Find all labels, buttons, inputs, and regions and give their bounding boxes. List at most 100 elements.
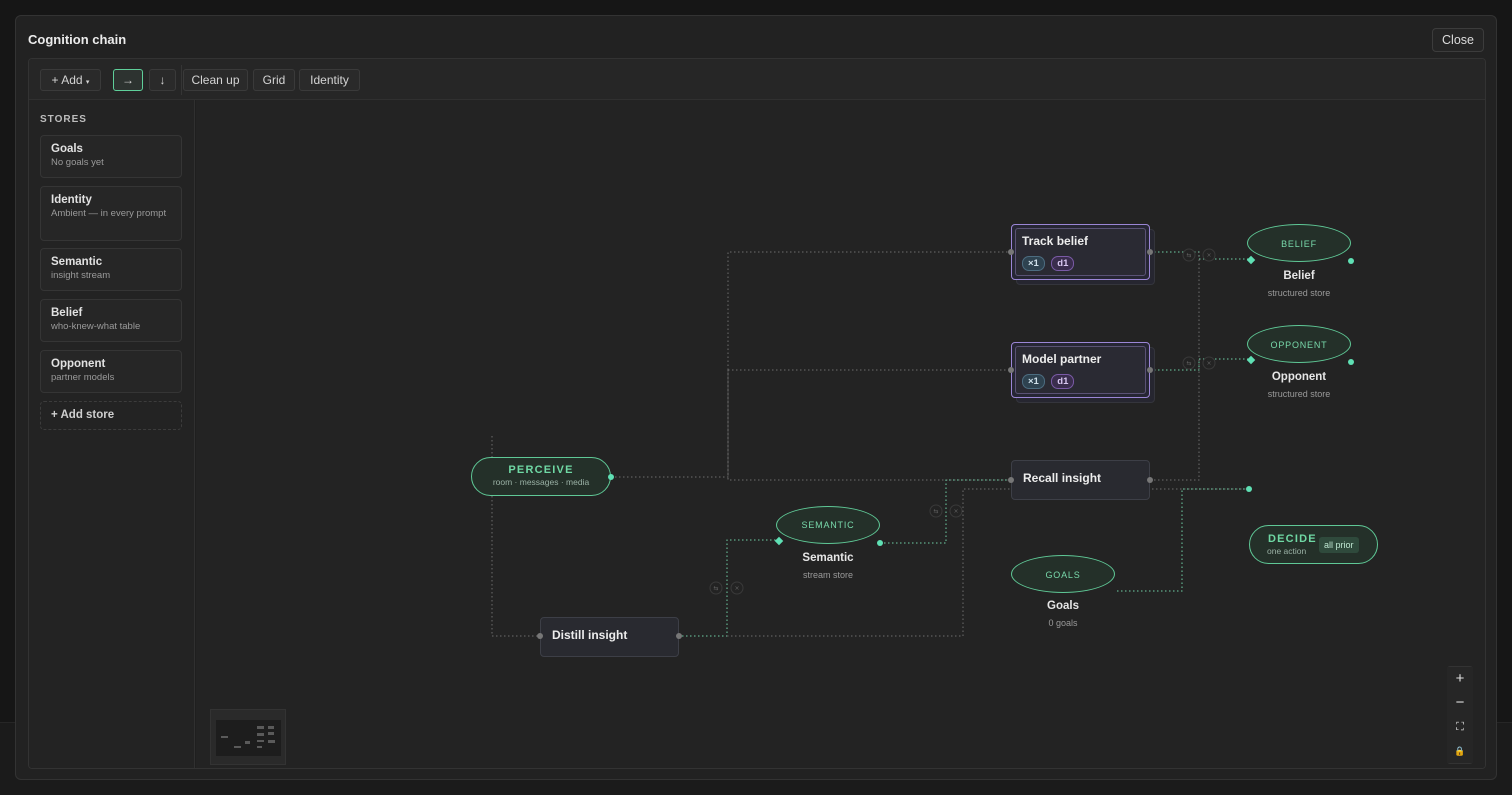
depth-chip[interactable]: d1 <box>1051 374 1075 389</box>
goals-store-node[interactable]: GOALS <box>1011 555 1115 593</box>
cognition-chain-modal: Cognition chain Close + Add ▾ → ↓ Clean … <box>15 15 1497 780</box>
multiplicity-chip[interactable]: ×1 <box>1022 256 1045 271</box>
store-name: Goals <box>51 143 83 155</box>
minimap-node <box>268 740 275 743</box>
belief-store-label: Belief structured store <box>1229 269 1369 299</box>
perceive-node[interactable]: PERCEIVE room · messages · media <box>471 457 611 496</box>
store-card-identity[interactable]: Identity Ambient — in every prompt <box>40 186 182 241</box>
minimap-nodes <box>221 726 275 748</box>
opponent-output-port[interactable] <box>1348 359 1354 365</box>
opponent-store-kind: structured store <box>1267 389 1331 399</box>
store-name: Belief <box>51 307 83 319</box>
track-belief-chips: ×1 d1 <box>1022 253 1139 271</box>
layout-horizontal-button[interactable]: → <box>113 69 143 91</box>
close-button[interactable]: Close <box>1432 28 1484 52</box>
perceive-subtitle: room · messages · media <box>492 477 590 487</box>
recall-insight-node[interactable]: Recall insight <box>1011 460 1150 500</box>
add-store-button[interactable]: + Add store <box>40 401 182 430</box>
semantic-output-port[interactable] <box>877 540 883 546</box>
store-card-belief[interactable]: Belief who-knew-what table <box>40 299 182 342</box>
store-description: partner models <box>51 372 115 383</box>
goals-store-name: Goals <box>1047 600 1079 612</box>
depth-chip[interactable]: d1 <box>1051 256 1075 271</box>
model-partner-output-port[interactable] <box>1147 367 1153 373</box>
minimap-node <box>257 726 264 729</box>
opponent-store-name: Opponent <box>1271 371 1327 383</box>
store-description: insight stream <box>51 270 111 281</box>
fit-view-button[interactable]: ⛶ <box>1447 715 1473 739</box>
toolbar: + Add ▾ → ↓ Clean up Grid Identity <box>29 59 1485 100</box>
store-name: Opponent <box>51 358 106 370</box>
add-node-label: + Add <box>51 73 83 87</box>
track-belief-node[interactable]: Track belief ×1 d1 <box>1011 224 1150 280</box>
zoom-in-button[interactable]: + <box>1447 667 1473 691</box>
minimap-viewport <box>216 720 281 756</box>
belief-store-name: Belief <box>1283 270 1315 282</box>
semantic-store-kind: stream store <box>802 570 853 580</box>
store-description: Ambient — in every prompt <box>51 208 167 219</box>
decide-node[interactable]: DECIDE one action all prior <box>1249 525 1378 564</box>
model-partner-input-port[interactable] <box>1008 367 1014 373</box>
edge-remove-glyph: × <box>1206 252 1211 259</box>
stores-heading: STORES <box>40 114 87 125</box>
semantic-store-node[interactable]: SEMANTIC <box>776 506 880 544</box>
semantic-store-name: Semantic <box>802 552 854 564</box>
track-belief-body: Track belief ×1 d1 <box>1015 228 1146 276</box>
edge-goals-decide[interactable] <box>1117 488 1249 592</box>
graph-canvas[interactable]: ⇆ × ⇆ × ⇆ × ⇆ × PERCEIVE room · messages… <box>196 100 1485 768</box>
distill-output-port[interactable] <box>676 633 682 639</box>
layout-vertical-button[interactable]: ↓ <box>149 69 176 91</box>
perceive-title: PERCEIVE <box>508 464 574 476</box>
store-name: Semantic <box>51 256 103 268</box>
edge-swap-glyph: ⇆ <box>1186 360 1191 367</box>
model-partner-chips: ×1 d1 <box>1022 371 1139 389</box>
minimap[interactable] <box>210 709 286 765</box>
track-belief-input-port[interactable] <box>1008 249 1014 255</box>
identity-button[interactable]: Identity <box>299 69 360 91</box>
store-name: Identity <box>51 194 92 206</box>
belief-store-node[interactable]: BELIEF <box>1247 224 1351 262</box>
edge-layer: ⇆ × ⇆ × ⇆ × ⇆ × <box>491 248 1253 637</box>
edge-perceive-recall[interactable] <box>727 370 1011 481</box>
recall-input-port[interactable] <box>1008 477 1014 483</box>
store-description: who-knew-what table <box>51 321 141 332</box>
edge-remove-glyph: × <box>1206 360 1211 367</box>
edge-semantic-recall[interactable] <box>880 479 1011 544</box>
edge-perceive-track-belief[interactable] <box>611 251 1011 478</box>
model-partner-node[interactable]: Model partner ×1 d1 <box>1011 342 1150 398</box>
track-belief-output-port[interactable] <box>1147 249 1153 255</box>
perceive-output-port[interactable] <box>608 474 614 480</box>
zoom-out-button[interactable]: − <box>1447 691 1473 715</box>
store-card-semantic[interactable]: Semantic insight stream <box>40 248 182 291</box>
distill-insight-node[interactable]: Distill insight <box>540 617 679 657</box>
edge-model-partner-out[interactable] <box>1150 358 1253 371</box>
edge-remove-glyph: × <box>734 585 739 592</box>
grid-toggle-button[interactable]: Grid <box>253 69 295 91</box>
belief-store-kind: structured store <box>1267 288 1331 298</box>
minimap-node <box>257 733 264 736</box>
store-card-opponent[interactable]: Opponent partner models <box>40 350 182 393</box>
minimap-node <box>268 732 274 735</box>
store-card-goals[interactable]: Goals No goals yet <box>40 135 182 178</box>
decide-scope-badge[interactable]: all prior <box>1319 537 1359 553</box>
semantic-store-label: Semantic stream store <box>758 551 898 581</box>
goals-store-count: 0 goals <box>1048 618 1078 628</box>
lock-icon[interactable]: 🔒 <box>1447 739 1473 763</box>
add-node-button[interactable]: + Add ▾ <box>40 69 101 91</box>
minimap-node <box>234 746 241 748</box>
clean-up-button[interactable]: Clean up <box>183 69 248 91</box>
opponent-store-node[interactable]: OPPONENT <box>1247 325 1351 363</box>
multiplicity-chip[interactable]: ×1 <box>1022 374 1045 389</box>
decide-input-port[interactable] <box>1246 486 1252 492</box>
model-partner-title: Model partner <box>1022 352 1102 366</box>
goals-store-label: Goals 0 goals <box>993 599 1133 629</box>
edge-track-belief-out[interactable] <box>1150 251 1253 260</box>
recall-output-port[interactable] <box>1147 477 1153 483</box>
distill-input-port[interactable] <box>537 633 543 639</box>
minimap-node <box>257 746 262 748</box>
chevron-down-icon: ▾ <box>85 79 90 86</box>
decide-title: DECIDE <box>1268 533 1317 545</box>
model-partner-body: Model partner ×1 d1 <box>1015 346 1146 394</box>
minimap-node <box>257 740 264 742</box>
belief-output-port[interactable] <box>1348 258 1354 264</box>
